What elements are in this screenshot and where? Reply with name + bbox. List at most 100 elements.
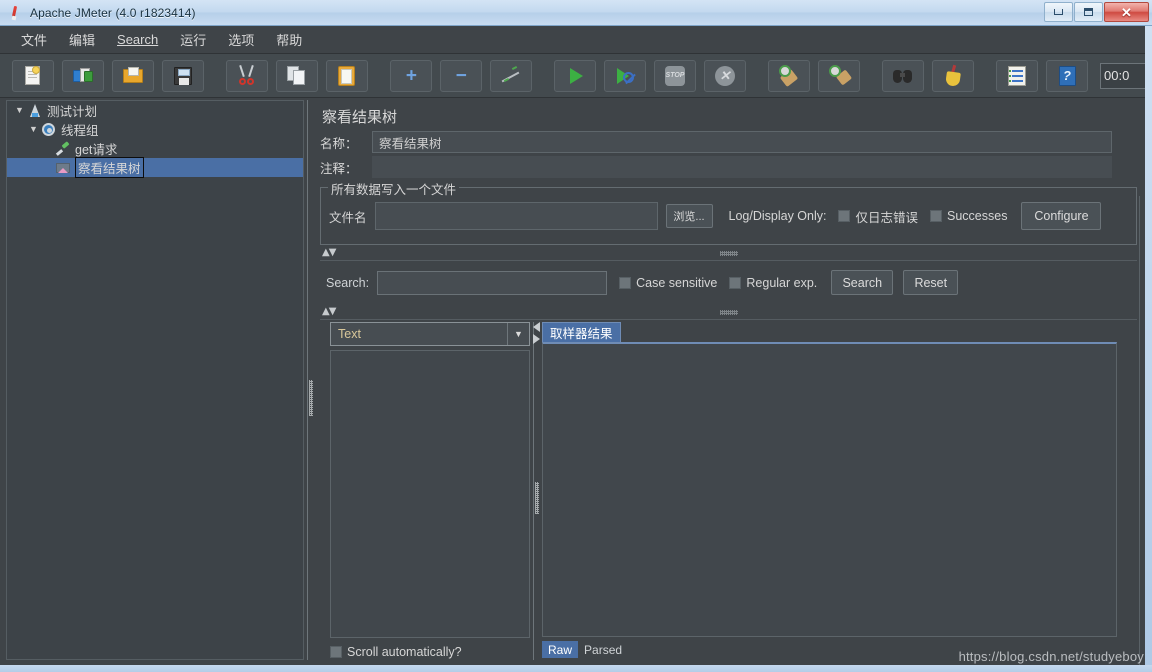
shutdown-icon: ✕ [713, 64, 737, 88]
name-label: 名称： [320, 136, 358, 151]
clear-all-icon [827, 64, 853, 88]
renderer-selected-value: Text [338, 327, 361, 341]
regular-exp-checkbox[interactable] [729, 276, 742, 289]
splitter-grip[interactable] [535, 482, 539, 514]
toolbar-help[interactable]: ? [1046, 59, 1088, 92]
toolbar-expand-all[interactable]: + [390, 59, 432, 92]
tree-node-test-plan[interactable]: ▼ 测试计划 [7, 101, 303, 120]
toolbar-reset-search[interactable] [932, 59, 974, 92]
case-sensitive-label: Case sensitive [636, 275, 718, 290]
menu-options-label: 选项 [228, 33, 255, 48]
case-sensitive-checkbox[interactable] [619, 276, 632, 289]
toolbar-templates[interactable] [62, 59, 104, 92]
results-detail-column: 取样器结果 Raw Parsed [542, 322, 1137, 660]
search-bar: Search: Case sensitive Regular exp. Sear… [318, 261, 1139, 304]
filename-input[interactable] [374, 202, 658, 230]
log-display-only-label: Log/Display Only: [728, 209, 827, 223]
toolbar-save[interactable] [162, 59, 204, 92]
toolbar-search[interactable] [882, 59, 924, 92]
errors-only-label: 仅日志错误 [855, 210, 918, 225]
sampler-result-content[interactable] [542, 342, 1117, 637]
tree-node-label: 测试计划 [47, 105, 98, 119]
menu-run[interactable]: 运行 [169, 27, 217, 52]
main-body: ▼ 测试计划 ▼ 线程组 get请求 察看结果树 察看结果树 名称： 察看结果树… [0, 98, 1145, 672]
tree-node-thread-group[interactable]: ▼ 线程组 [7, 120, 303, 139]
close-button[interactable]: ✕ [1104, 2, 1149, 22]
toolbar-start-no-pauses[interactable] [604, 59, 646, 92]
comment-label: 注释： [320, 161, 358, 176]
collapse-divider-bottom[interactable]: ▲▼ [320, 306, 1137, 320]
play-icon [563, 64, 587, 88]
new-document-icon [21, 64, 45, 88]
errors-only-checkbox[interactable] [838, 210, 851, 222]
jmeter-window: Apache JMeter (4.0 r1823414) ✕ 文件 编辑 Sea… [0, 0, 1152, 672]
browse-button[interactable]: 浏览... [665, 204, 713, 228]
toolbar-copy[interactable] [276, 59, 318, 92]
configure-button[interactable]: Configure [1021, 202, 1102, 230]
toolbar-start[interactable] [554, 59, 596, 92]
splitter-grip[interactable] [309, 380, 313, 416]
results-list-column: Text ▼ Scroll automatically? [330, 322, 530, 660]
toolbar-collapse-all[interactable]: − [440, 59, 482, 92]
menu-run-label: 运行 [180, 33, 207, 48]
title-bar: Apache JMeter (4.0 r1823414) ✕ [0, 0, 1152, 26]
clear-icon [777, 64, 801, 88]
toolbar-toggle[interactable] [490, 59, 532, 92]
reset-button[interactable]: Reset [903, 270, 959, 295]
elapsed-timer: 00:0 [1100, 62, 1146, 89]
sampler-result-list[interactable] [330, 350, 530, 638]
divider-grip[interactable] [719, 251, 738, 256]
splitter-collapse-right-icon[interactable] [533, 334, 540, 344]
twisty-icon[interactable]: ▼ [29, 125, 38, 134]
menu-search[interactable]: Search [106, 29, 169, 50]
toolbar-cut[interactable] [226, 59, 268, 92]
tab-parsed[interactable]: Parsed [578, 641, 628, 658]
toolbar-clear[interactable] [768, 59, 810, 92]
tab-sampler-result[interactable]: 取样器结果 [542, 322, 621, 342]
twisty-icon[interactable]: ▼ [15, 106, 24, 115]
tree-panel-splitter[interactable] [306, 100, 316, 660]
splitter-collapse-left-icon[interactable] [533, 322, 540, 332]
results-area: Text ▼ Scroll automatically? 取样器结果 Raw P… [320, 322, 1137, 660]
toolbar-function-helper[interactable] [996, 59, 1038, 92]
search-button[interactable]: Search [831, 270, 894, 295]
renderer-select[interactable]: Text ▼ [330, 322, 530, 346]
comment-input[interactable] [372, 156, 1112, 178]
chevron-down-icon[interactable]: ▼ [507, 323, 529, 345]
name-input[interactable]: 察看结果树 [372, 131, 1112, 153]
menu-edit-label: 编辑 [69, 33, 96, 48]
tree-node-get-request[interactable]: get请求 [7, 139, 303, 158]
scroll-automatically-checkbox[interactable] [330, 646, 342, 658]
toolbar-new[interactable] [12, 59, 54, 92]
tab-label: Parsed [584, 642, 623, 657]
successes-checkbox[interactable] [930, 210, 942, 222]
toolbar-paste[interactable] [326, 59, 368, 92]
test-plan-tree[interactable]: ▼ 测试计划 ▼ 线程组 get请求 察看结果树 [6, 100, 304, 660]
results-splitter[interactable] [532, 322, 542, 660]
menu-edit[interactable]: 编辑 [58, 27, 106, 52]
watermark-text: https://blog.csdn.net/studyeboy [958, 649, 1144, 664]
gear-icon [41, 122, 57, 138]
menu-help[interactable]: 帮助 [265, 27, 313, 52]
tree-node-view-results-tree[interactable]: 察看结果树 [7, 157, 303, 178]
toolbar-shutdown[interactable]: ✕ [704, 59, 746, 92]
close-icon: ✕ [1121, 4, 1132, 20]
comment-row: 注释： [320, 156, 1139, 178]
minimize-button[interactable] [1044, 2, 1073, 22]
toolbar-stop[interactable]: STOP [654, 59, 696, 92]
menu-options[interactable]: 选项 [217, 27, 265, 52]
write-all-data-group: 所有数据写入一个文件 文件名 浏览... Log/Display Only: 仅… [320, 179, 1137, 245]
toolbar-clear-all[interactable] [818, 59, 860, 92]
collapse-arrows-icon[interactable]: ▲▼ [322, 306, 336, 317]
collapse-divider-top[interactable]: ▲▼ [320, 247, 1137, 261]
collapse-arrows-icon[interactable]: ▲▼ [322, 247, 336, 258]
search-input[interactable] [377, 270, 608, 295]
tab-raw[interactable]: Raw [542, 641, 579, 658]
splitter-line [533, 322, 534, 660]
paste-clipboard-icon [335, 64, 359, 88]
toolbar-open[interactable] [112, 59, 154, 92]
maximize-button[interactable] [1074, 2, 1103, 22]
menu-file[interactable]: 文件 [10, 27, 58, 52]
divider-grip[interactable] [719, 310, 738, 315]
